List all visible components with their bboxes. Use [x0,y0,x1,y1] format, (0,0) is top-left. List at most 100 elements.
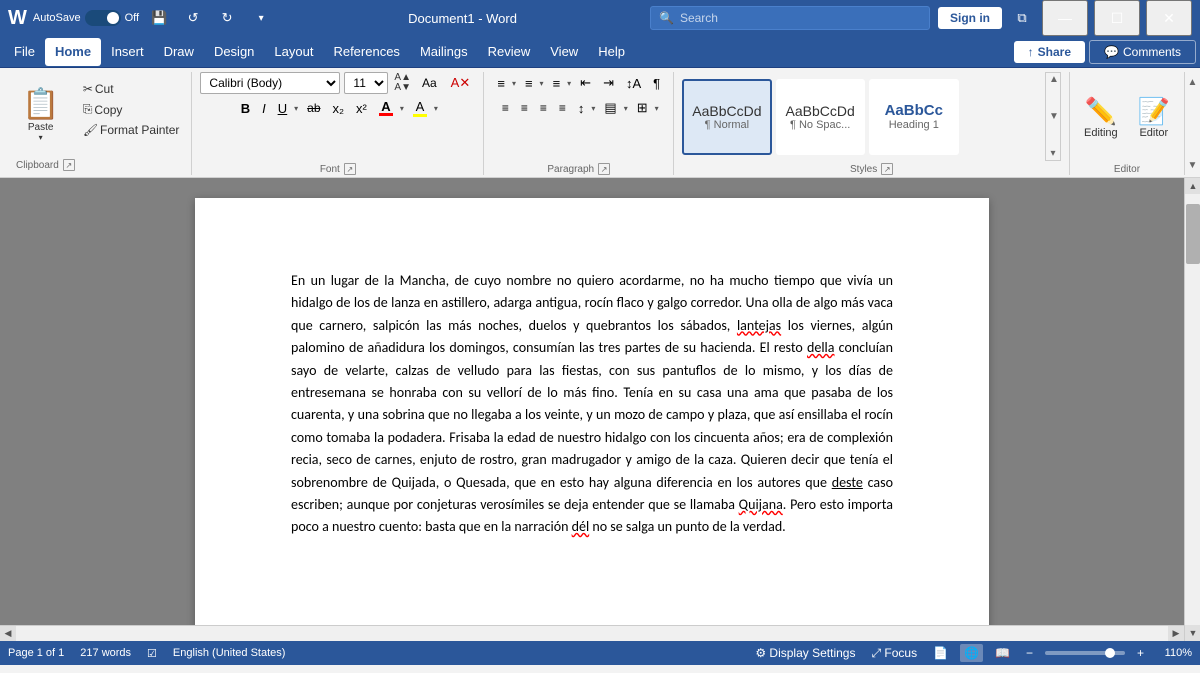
strikethrough-button[interactable]: ab [302,97,325,119]
zoom-in-button[interactable]: + [1133,644,1148,662]
redo-button[interactable]: ↻ [213,4,241,32]
font-expand[interactable]: ↗ [344,163,356,175]
bullets-dropdown[interactable]: ▾ [510,78,518,89]
line-spacing-dropdown[interactable]: ▾ [589,103,597,114]
menu-home[interactable]: Home [45,38,101,66]
minimize-button[interactable]: — [1042,0,1088,36]
autosave-toggle[interactable] [85,10,121,26]
comments-button[interactable]: 💬 Comments [1089,40,1196,64]
numbering-button[interactable]: ≡ [520,72,538,94]
scroll-thumb[interactable] [1186,204,1200,264]
clipboard-expand[interactable]: ↗ [63,159,75,171]
menu-review[interactable]: Review [478,38,541,66]
paste-button[interactable]: 📋 Paste ▾ [16,83,65,146]
decrease-indent-button[interactable]: ⇤ [575,72,596,94]
vertical-scrollbar[interactable]: ▲ ▼ [1184,178,1200,641]
format-painter-button[interactable]: 🖌 Format Painter [79,121,184,139]
increase-indent-button[interactable]: ⇥ [598,72,619,94]
ribbon-scroll-down[interactable]: ▼ [1185,157,1200,173]
horizontal-scrollbar[interactable]: ◀ ▶ [0,625,1184,641]
doc-page[interactable]: En un lugar de la Mancha, de cuyo nombre… [195,198,989,625]
zoom-out-button[interactable]: − [1022,644,1037,662]
justify-button[interactable]: ≡ [554,97,571,119]
maximize-button[interactable]: ☐ [1094,0,1140,36]
read-mode-button[interactable]: 📖 [991,644,1014,662]
align-center-button[interactable]: ≡ [516,97,533,119]
language[interactable]: English (United States) [173,647,286,659]
print-layout-button[interactable]: 📄 [929,644,952,662]
styles-expand[interactable]: ↗ [881,163,893,175]
borders-dropdown[interactable]: ▾ [653,103,661,114]
customize-button[interactable]: ▾ [247,4,275,32]
align-right-button[interactable]: ≡ [535,97,552,119]
menu-file[interactable]: File [4,38,45,66]
font-color-dropdown[interactable]: ▾ [398,103,406,114]
underline-dropdown[interactable]: ▾ [292,103,300,114]
paragraph-expand[interactable]: ↗ [598,163,610,175]
numbering-dropdown[interactable]: ▾ [538,78,546,89]
style-heading1[interactable]: AaBbCc Heading 1 [869,79,959,155]
scroll-track[interactable] [1185,194,1200,625]
styles-scroll-up[interactable]: ▲ [1046,73,1060,86]
focus-button[interactable]: ⤢ Focus [867,644,921,663]
share-button[interactable]: ↑ Share [1014,41,1085,63]
close-button[interactable]: ✕ [1146,0,1192,36]
show-formatting-button[interactable]: ¶ [648,72,665,94]
menu-draw[interactable]: Draw [154,38,204,66]
multilevel-dropdown[interactable]: ▾ [565,78,573,89]
display-settings-button[interactable]: ⚙ Display Settings [751,644,859,662]
undo-button[interactable]: ↺ [179,4,207,32]
zoom-slider[interactable] [1045,651,1125,655]
bullets-button[interactable]: ≡ [492,72,510,94]
zoom-level[interactable]: 110% [1156,647,1192,659]
font-family-select[interactable]: Calibri (Body) [200,72,340,94]
font-size-select[interactable]: 11 [344,72,388,94]
doc-scroll-area[interactable]: En un lugar de la Mancha, de cuyo nombre… [0,178,1184,625]
borders-button[interactable]: ⊞ [632,97,653,119]
menu-mailings[interactable]: Mailings [410,38,478,66]
menu-insert[interactable]: Insert [101,38,154,66]
shading-dropdown[interactable]: ▾ [622,103,630,114]
ribbon-group-editor: ✏️ Editing 📝 Editor Editor [1070,72,1184,175]
font-shrink-button[interactable]: A▼ [392,83,413,93]
ribbon-scroll-up[interactable]: ▲ [1185,74,1200,90]
subscript-button[interactable]: x₂ [328,97,350,119]
editor-button[interactable]: 📝 Editor [1132,92,1176,143]
superscript-button[interactable]: x² [351,97,372,119]
font-color-button[interactable]: A [374,97,398,119]
menu-view[interactable]: View [540,38,588,66]
style-normal[interactable]: AaBbCcDd ¶ Normal [682,79,771,155]
scroll-down-button[interactable]: ▼ [1185,625,1200,641]
editing-button[interactable]: ✏️ Editing [1078,92,1124,143]
line-spacing-button[interactable]: ↕ [573,97,590,119]
shading-button[interactable]: ▤ [599,97,621,119]
underline-button[interactable]: U [273,97,292,119]
italic-button[interactable]: I [257,97,271,119]
save-button[interactable]: 💾 [145,4,173,32]
menu-references[interactable]: References [323,38,409,66]
menu-help[interactable]: Help [588,38,635,66]
menu-design[interactable]: Design [204,38,264,66]
scroll-left-button[interactable]: ◀ [0,626,16,642]
web-layout-button[interactable]: 🌐 [960,644,983,662]
ribbon-display-button[interactable]: ⧉ [1008,4,1036,32]
copy-button[interactable]: ⎘ Copy [79,100,184,119]
sign-in-button[interactable]: Sign in [938,7,1002,29]
scroll-right-button[interactable]: ▶ [1168,626,1184,642]
search-box[interactable]: 🔍 Search [650,6,930,30]
scroll-up-button[interactable]: ▲ [1185,178,1200,194]
cut-button[interactable]: ✂ Cut [79,80,184,98]
menu-layout[interactable]: Layout [264,38,323,66]
doc-paragraph[interactable]: En un lugar de la Mancha, de cuyo nombre… [291,270,893,539]
highlight-dropdown[interactable]: ▾ [432,103,440,114]
style-no-spacing[interactable]: AaBbCcDd ¶ No Spac... [776,79,865,155]
multilevel-button[interactable]: ≡ [548,72,566,94]
styles-scroll-down[interactable]: ▼ [1046,110,1060,123]
align-left-button[interactable]: ≡ [497,97,514,119]
bold-button[interactable]: B [236,97,255,119]
sort-button[interactable]: ↕A [621,72,646,94]
styles-more[interactable]: ▾ [1046,147,1060,160]
highlight-button[interactable]: A [408,97,432,119]
change-case-button[interactable]: Aa [417,72,442,94]
clear-format-button[interactable]: A✕ [446,72,476,94]
